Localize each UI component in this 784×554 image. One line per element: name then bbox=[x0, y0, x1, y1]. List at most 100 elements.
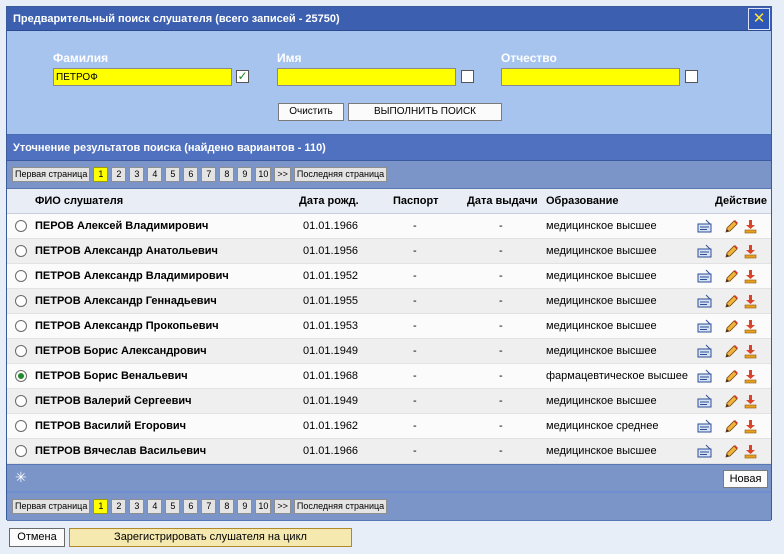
pager-last[interactable]: Последняя страница bbox=[293, 167, 388, 182]
edit-pencil-icon[interactable] bbox=[724, 319, 739, 334]
row-select-radio[interactable] bbox=[15, 445, 27, 457]
pager-page-4[interactable]: 4 bbox=[147, 167, 163, 182]
col-name-header: ФИО слушателя bbox=[35, 195, 124, 207]
edit-pencil-icon[interactable] bbox=[724, 419, 739, 434]
table-row[interactable]: ПЕТРОВ Александр Анатольевич 01.01.1956 … bbox=[7, 239, 771, 264]
edit-pencil-icon[interactable] bbox=[724, 219, 739, 234]
pager-page-4[interactable]: 4 bbox=[147, 499, 163, 514]
pager-page-9[interactable]: 9 bbox=[237, 499, 253, 514]
table-row[interactable]: ПЕТРОВ Борис Александрович 01.01.1949 - … bbox=[7, 339, 771, 364]
pager-page-2[interactable]: 2 bbox=[111, 167, 127, 182]
pager-last[interactable]: Последняя страница bbox=[293, 499, 388, 514]
pager-page-5[interactable]: 5 bbox=[165, 167, 181, 182]
row-dob: 01.01.1962 bbox=[303, 420, 359, 432]
table-row[interactable]: ПЕРОВ Алексей Владимирович 01.01.1966 - … bbox=[7, 214, 771, 239]
download-arrow-icon[interactable] bbox=[743, 219, 758, 234]
edit-pencil-icon[interactable] bbox=[724, 394, 739, 409]
row-select-radio[interactable] bbox=[15, 420, 27, 432]
row-select-radio[interactable] bbox=[15, 345, 27, 357]
pager-page-8[interactable]: 8 bbox=[219, 499, 235, 514]
table-row[interactable]: ПЕТРОВ Валерий Сергеевич 01.01.1949 - - … bbox=[7, 389, 771, 414]
download-arrow-icon[interactable] bbox=[743, 294, 758, 309]
table-row[interactable]: ПЕТРОВ Борис Венальевич 01.01.1968 - - ф… bbox=[7, 364, 771, 389]
pager-page-10[interactable]: 10 bbox=[255, 499, 272, 514]
download-arrow-icon[interactable] bbox=[743, 344, 758, 359]
edit-pencil-icon[interactable] bbox=[724, 344, 739, 359]
download-arrow-icon[interactable] bbox=[743, 444, 758, 459]
pager-page-3[interactable]: 3 bbox=[129, 499, 145, 514]
download-arrow-icon[interactable] bbox=[743, 244, 758, 259]
row-name: ПЕТРОВ Александр Анатольевич bbox=[35, 245, 218, 257]
view-card-icon[interactable] bbox=[697, 444, 712, 459]
surname-checkbox[interactable]: ✓ bbox=[236, 70, 249, 83]
pager-page-8[interactable]: 8 bbox=[219, 167, 235, 182]
edit-pencil-icon[interactable] bbox=[724, 294, 739, 309]
surname-input[interactable] bbox=[53, 68, 232, 86]
view-card-icon[interactable] bbox=[697, 294, 712, 309]
download-arrow-icon[interactable] bbox=[743, 269, 758, 284]
row-select-radio[interactable] bbox=[15, 220, 27, 232]
new-record-button[interactable]: Новая bbox=[723, 470, 768, 488]
view-card-icon[interactable] bbox=[697, 394, 712, 409]
table-row[interactable]: ПЕТРОВ Александр Владимирович 01.01.1952… bbox=[7, 264, 771, 289]
close-icon: ✕ bbox=[752, 9, 766, 27]
pager-first[interactable]: Первая страница bbox=[12, 167, 91, 182]
row-issue: - bbox=[499, 395, 503, 407]
clear-button[interactable]: Очистить bbox=[278, 103, 344, 121]
view-card-icon[interactable] bbox=[697, 344, 712, 359]
row-education: медицинское высшее bbox=[546, 270, 657, 282]
download-arrow-icon[interactable] bbox=[743, 369, 758, 384]
table-row[interactable]: ПЕТРОВ Василий Егорович 01.01.1962 - - м… bbox=[7, 414, 771, 439]
edit-pencil-icon[interactable] bbox=[724, 269, 739, 284]
edit-pencil-icon[interactable] bbox=[724, 444, 739, 459]
pager-page-6[interactable]: 6 bbox=[183, 167, 199, 182]
row-issue: - bbox=[499, 295, 503, 307]
pager-page-9[interactable]: 9 bbox=[237, 167, 253, 182]
add-record-icon[interactable]: ✳ bbox=[15, 469, 27, 486]
pager-page-7[interactable]: 7 bbox=[201, 167, 217, 182]
pager-page-3[interactable]: 3 bbox=[129, 167, 145, 182]
pager-page-7[interactable]: 7 bbox=[201, 499, 217, 514]
pager-page-10[interactable]: 10 bbox=[255, 167, 272, 182]
pager-page-6[interactable]: 6 bbox=[183, 499, 199, 514]
patronymic-input[interactable] bbox=[501, 68, 680, 86]
row-issue: - bbox=[499, 320, 503, 332]
name-checkbox[interactable] bbox=[461, 70, 474, 83]
table-row[interactable]: ПЕТРОВ Александр Прокопьевич 01.01.1953 … bbox=[7, 314, 771, 339]
view-card-icon[interactable] bbox=[697, 244, 712, 259]
patronymic-checkbox[interactable] bbox=[685, 70, 698, 83]
download-arrow-icon[interactable] bbox=[743, 319, 758, 334]
row-passport: - bbox=[413, 420, 417, 432]
close-button[interactable]: ✕ bbox=[748, 7, 770, 30]
pager-page-1[interactable]: 1 bbox=[93, 499, 109, 514]
pager-next[interactable]: >> bbox=[274, 167, 291, 182]
row-select-radio[interactable] bbox=[15, 270, 27, 282]
row-issue: - bbox=[499, 345, 503, 357]
row-select-radio[interactable] bbox=[15, 245, 27, 257]
view-card-icon[interactable] bbox=[697, 269, 712, 284]
table-row[interactable]: ПЕТРОВ Александр Геннадьевич 01.01.1955 … bbox=[7, 289, 771, 314]
register-button[interactable]: Зарегистрировать слушателя на цикл bbox=[69, 528, 352, 547]
row-select-radio[interactable] bbox=[15, 320, 27, 332]
edit-pencil-icon[interactable] bbox=[724, 244, 739, 259]
row-select-radio[interactable] bbox=[15, 370, 27, 382]
col-action-header: Действие bbox=[715, 195, 767, 207]
view-card-icon[interactable] bbox=[697, 319, 712, 334]
pager-page-5[interactable]: 5 bbox=[165, 499, 181, 514]
cancel-button[interactable]: Отмена bbox=[9, 528, 65, 547]
pager-page-1[interactable]: 1 bbox=[93, 167, 109, 182]
name-input[interactable] bbox=[277, 68, 456, 86]
download-arrow-icon[interactable] bbox=[743, 419, 758, 434]
view-card-icon[interactable] bbox=[697, 419, 712, 434]
view-card-icon[interactable] bbox=[697, 219, 712, 234]
pager-next[interactable]: >> bbox=[274, 499, 291, 514]
edit-pencil-icon[interactable] bbox=[724, 369, 739, 384]
row-select-radio[interactable] bbox=[15, 395, 27, 407]
view-card-icon[interactable] bbox=[697, 369, 712, 384]
download-arrow-icon[interactable] bbox=[743, 394, 758, 409]
row-select-radio[interactable] bbox=[15, 295, 27, 307]
pager-page-2[interactable]: 2 bbox=[111, 499, 127, 514]
table-row[interactable]: ПЕТРОВ Вячеслав Васильевич 01.01.1966 - … bbox=[7, 439, 771, 464]
pager-first[interactable]: Первая страница bbox=[12, 499, 91, 514]
search-button[interactable]: ВЫПОЛНИТЬ ПОИСК bbox=[348, 103, 502, 121]
